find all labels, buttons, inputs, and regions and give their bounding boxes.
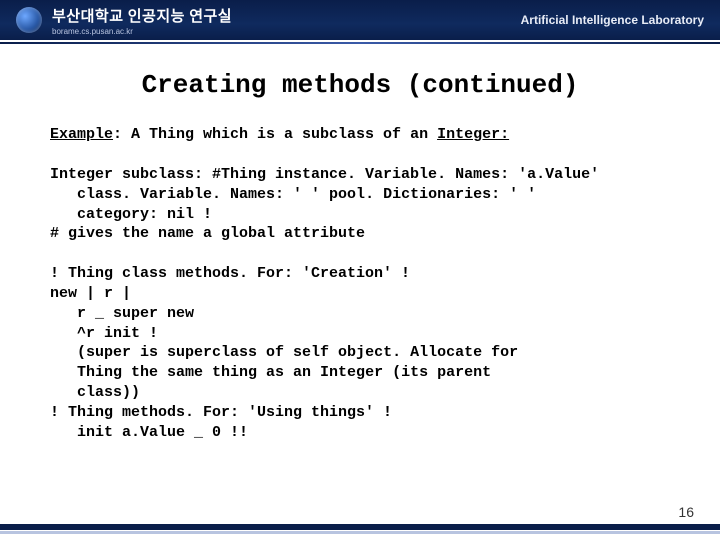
example-line: Example: A Thing which is a subclass of …	[50, 126, 670, 143]
university-crest-icon	[16, 7, 42, 33]
header-title-block: 부산대학교 인공지능 연구실 borame.cs.pusan.ac.kr	[52, 5, 232, 36]
code-block-2: ! Thing class methods. For: 'Creation' !…	[50, 264, 670, 442]
code-block-1: Integer subclass: #Thing instance. Varia…	[50, 165, 670, 244]
example-text: : A Thing which is a subclass of an	[113, 126, 437, 143]
slide: 부산대학교 인공지능 연구실 borame.cs.pusan.ac.kr Art…	[0, 0, 720, 540]
example-label: Example	[50, 126, 113, 143]
header-title: 부산대학교 인공지능 연구실	[52, 5, 232, 26]
page-number: 16	[678, 504, 694, 520]
footer-bar-light	[0, 531, 720, 534]
footer	[0, 524, 720, 534]
example-integer: Integer:	[437, 126, 509, 143]
footer-bar-dark	[0, 524, 720, 530]
header-left: 부산대학교 인공지능 연구실 borame.cs.pusan.ac.kr	[16, 5, 232, 36]
header-lab-name: Artificial Intelligence Laboratory	[521, 13, 704, 27]
header-subtitle: borame.cs.pusan.ac.kr	[52, 27, 232, 36]
content-area: Creating methods (continued) Example: A …	[0, 44, 720, 442]
header-bar: 부산대학교 인공지능 연구실 borame.cs.pusan.ac.kr Art…	[0, 0, 720, 40]
page-title: Creating methods (continued)	[50, 70, 670, 100]
